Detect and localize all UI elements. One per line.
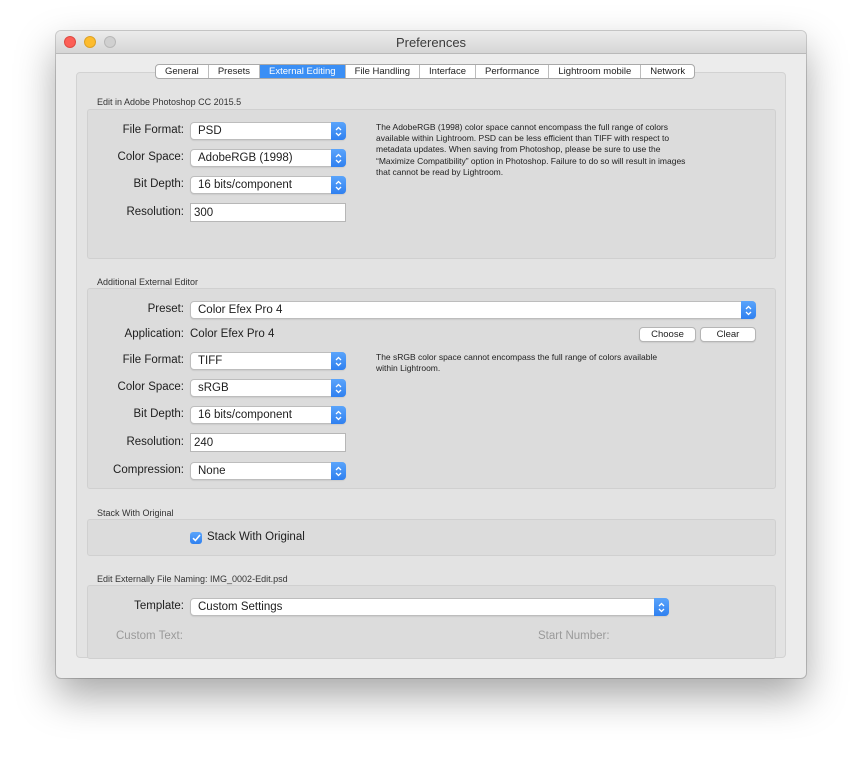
ps-color-space-value: AdobeRGB (1998) (198, 152, 293, 164)
ae-bit-depth-select[interactable]: 16 bits/component (190, 406, 346, 424)
compression-value: None (198, 465, 226, 477)
tab-external-editing[interactable]: External Editing (260, 65, 346, 78)
tab-lightroom-mobile[interactable]: Lightroom mobile (549, 65, 642, 78)
preset-label: Preset: (147, 303, 184, 315)
preset-value: Color Efex Pro 4 (198, 304, 283, 316)
chevron-updown-icon (331, 176, 346, 194)
start-number-label: Start Number: (538, 630, 610, 642)
ps-bit-depth-value: 16 bits/component (198, 179, 292, 191)
ae-color-space-select[interactable]: sRGB (190, 379, 346, 397)
ps-resolution-label: Resolution: (126, 206, 184, 218)
chevron-updown-icon (654, 598, 669, 616)
ps-file-format-value: PSD (198, 125, 222, 137)
stack-with-original-label[interactable]: Stack With Original (207, 531, 305, 543)
compression-select[interactable]: None (190, 462, 346, 480)
tab-interface[interactable]: Interface (420, 65, 476, 78)
choose-button[interactable]: Choose (639, 327, 696, 342)
tab-performance[interactable]: Performance (476, 65, 550, 78)
preferences-window: Preferences General Presets External Edi… (56, 31, 806, 678)
chevron-updown-icon (331, 149, 346, 167)
ae-resolution-field[interactable] (190, 433, 346, 452)
file-naming-section-label: Edit Externally File Naming: IMG_0002-Ed… (97, 574, 288, 584)
checkmark-icon (191, 534, 201, 542)
ps-color-space-label: Color Space: (117, 151, 184, 163)
custom-text-label: Custom Text: (116, 630, 183, 642)
photoshop-group: File Format: PSD Color Space: AdobeRGB (… (87, 109, 776, 259)
template-value: Custom Settings (198, 601, 283, 613)
chevron-updown-icon (331, 462, 346, 480)
ps-file-format-label: File Format: (122, 124, 184, 136)
tab-general[interactable]: General (156, 65, 209, 78)
preferences-content: Edit in Adobe Photoshop CC 2015.5 File F… (76, 72, 786, 659)
preset-select[interactable]: Color Efex Pro 4 (190, 301, 756, 319)
ps-color-space-select[interactable]: AdobeRGB (1998) (190, 149, 346, 167)
stack-group: Stack With Original (87, 519, 776, 556)
ae-color-space-label: Color Space: (117, 381, 184, 393)
application-label: Application: (124, 328, 184, 340)
application-value: Color Efex Pro 4 (190, 328, 275, 340)
stack-with-original-checkbox[interactable] (190, 532, 202, 544)
ps-bit-depth-select[interactable]: 16 bits/component (190, 176, 346, 194)
ae-color-space-note: The sRGB color space cannot encompass th… (376, 352, 658, 374)
title-bar: Preferences (56, 31, 806, 54)
clear-button[interactable]: Clear (700, 327, 756, 342)
ae-color-space-value: sRGB (198, 382, 229, 394)
template-label: Template: (134, 600, 184, 612)
ae-file-format-value: TIFF (198, 355, 223, 367)
photoshop-section-label: Edit in Adobe Photoshop CC 2015.5 (97, 97, 242, 107)
chevron-updown-icon (331, 122, 346, 140)
additional-editor-section-label: Additional External Editor (97, 277, 199, 287)
window-title: Preferences (395, 35, 467, 50)
ae-file-format-label: File Format: (122, 354, 184, 366)
ae-resolution-label: Resolution: (126, 436, 184, 448)
tab-bar: General Presets External Editing File Ha… (155, 64, 696, 79)
ae-bit-depth-value: 16 bits/component (198, 409, 292, 421)
chevron-updown-icon (741, 301, 756, 319)
file-naming-group: Template: Custom Settings Custom Text: S… (87, 585, 776, 659)
template-select[interactable]: Custom Settings (190, 598, 669, 616)
ae-resolution-input[interactable] (191, 434, 345, 451)
chevron-updown-icon (331, 352, 346, 370)
compression-label: Compression: (113, 464, 184, 476)
chevron-updown-icon (331, 379, 346, 397)
tab-network[interactable]: Network (641, 65, 694, 78)
ae-bit-depth-label: Bit Depth: (133, 408, 185, 420)
additional-editor-group: Preset: Color Efex Pro 4 Application: Co… (87, 288, 776, 489)
ae-file-format-select[interactable]: TIFF (190, 352, 346, 370)
tab-presets[interactable]: Presets (209, 65, 261, 78)
ps-bit-depth-label: Bit Depth: (133, 178, 185, 190)
chevron-updown-icon (331, 406, 346, 424)
ps-file-format-select[interactable]: PSD (190, 122, 346, 140)
ps-resolution-field[interactable] (190, 203, 346, 222)
stack-section-label: Stack With Original (97, 508, 174, 518)
ps-color-space-note: The AdobeRGB (1998) color space cannot e… (376, 122, 686, 177)
ps-resolution-input[interactable] (191, 204, 345, 221)
tab-file-handling[interactable]: File Handling (346, 65, 421, 78)
